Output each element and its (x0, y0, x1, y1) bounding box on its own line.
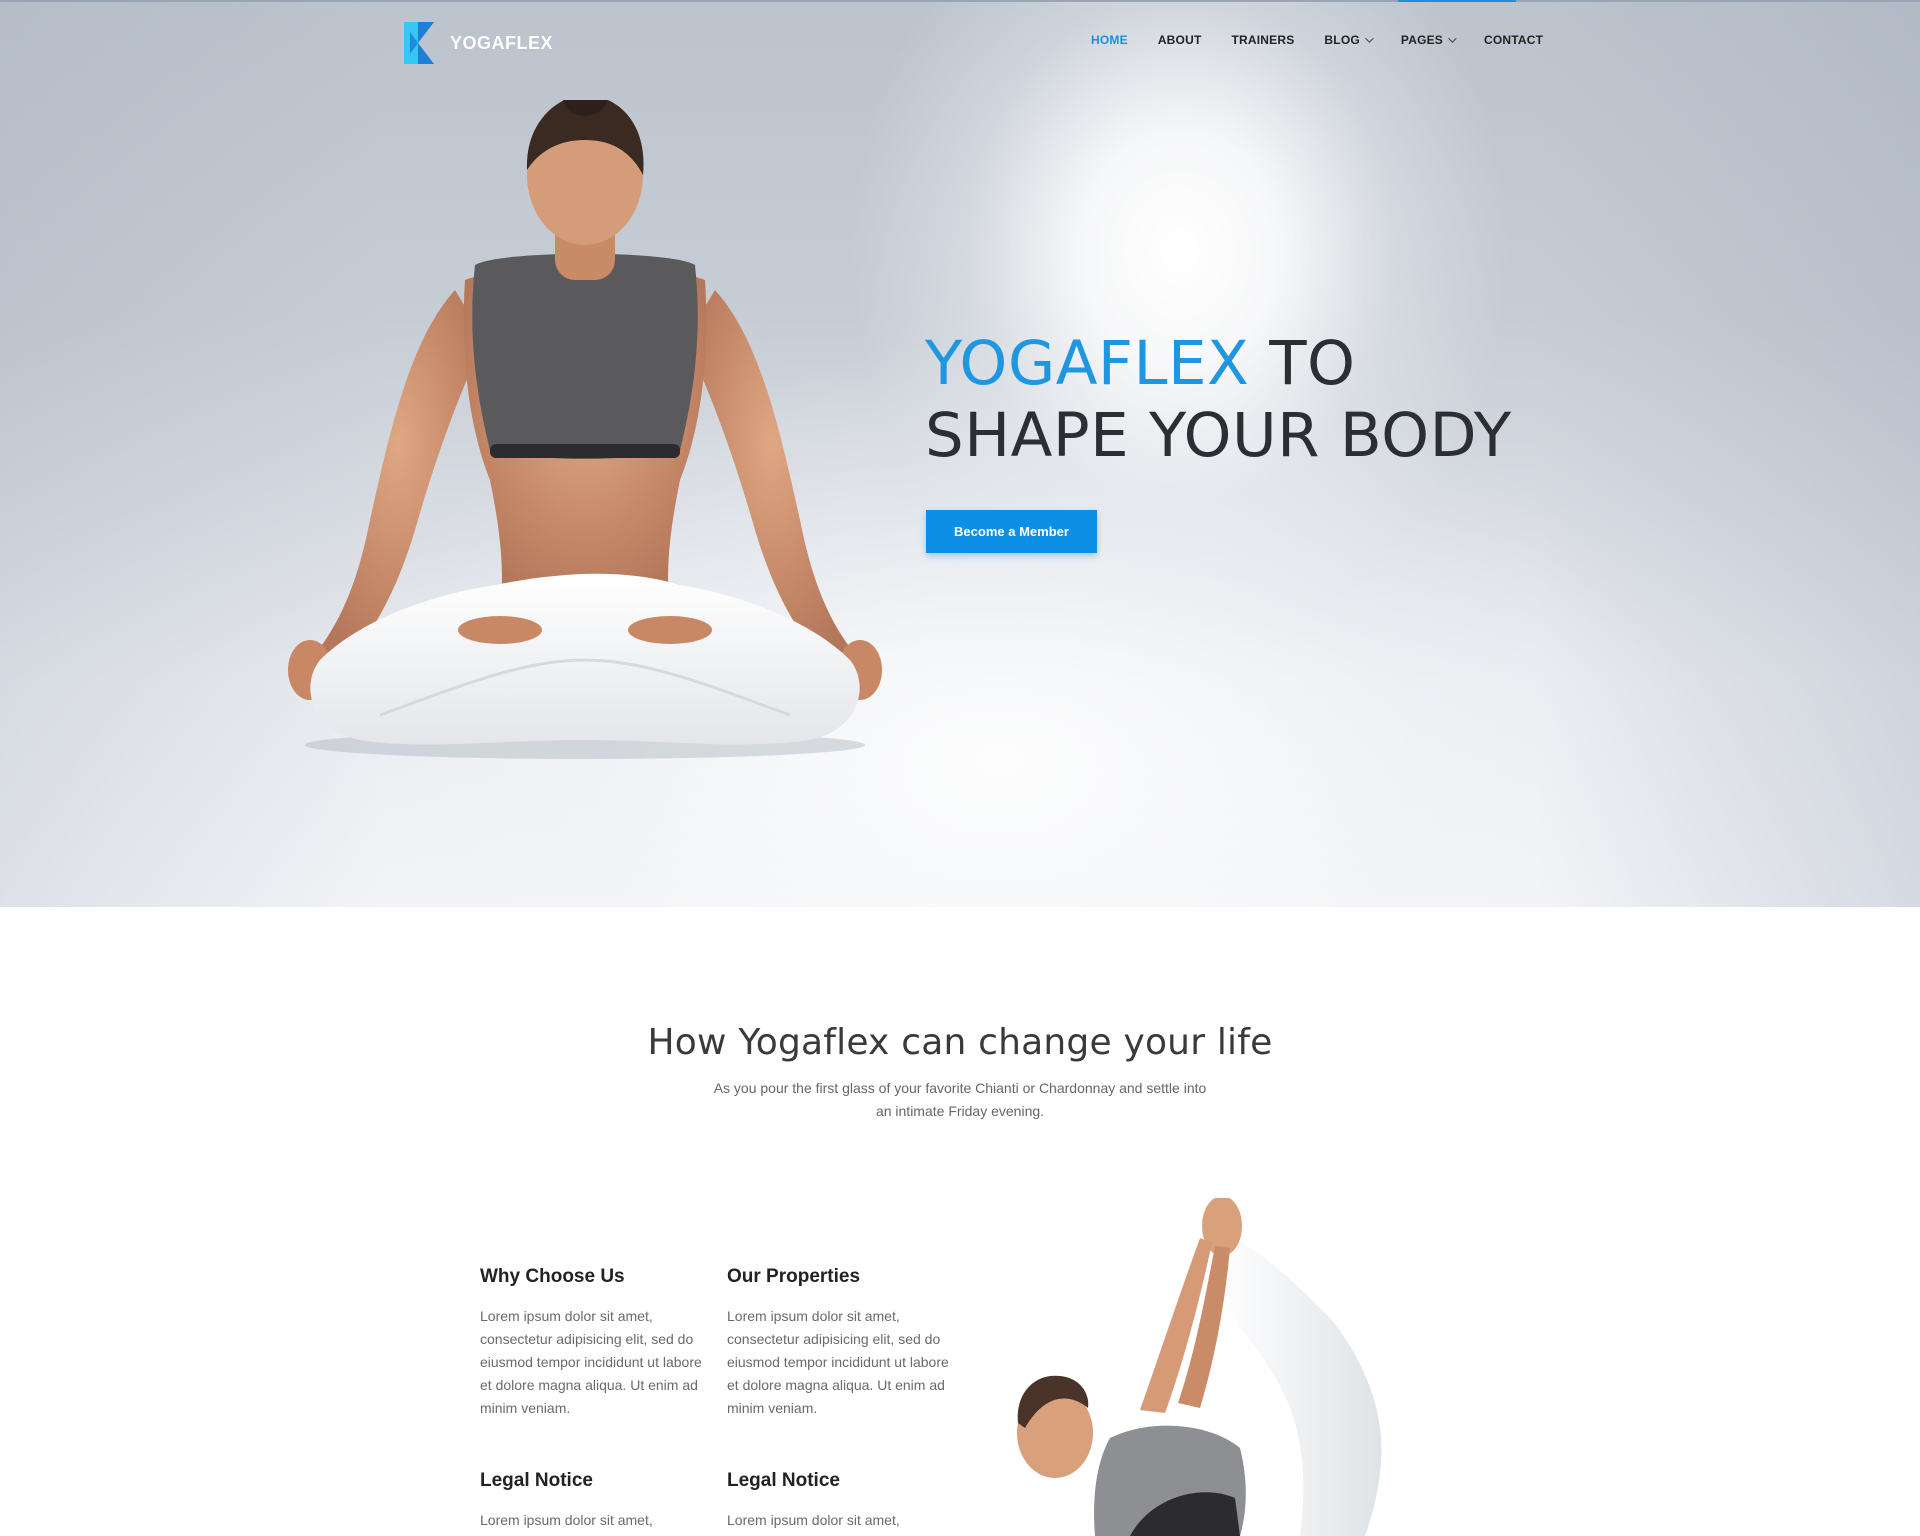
logo-text: YOGAFLEX (450, 32, 554, 53)
hero-title-line1: YOGAFLEX TO (925, 328, 1512, 400)
logo-mark-icon (404, 22, 434, 64)
chevron-down-icon (1448, 34, 1457, 43)
feature-text: Lorem ipsum dolor sit amet, consectetur … (480, 1308, 702, 1416)
navbar: YOGAFLEX HOME ABOUT TRAINERS BLOG PAGES … (0, 0, 1920, 86)
nav-pages[interactable]: PAGES (1400, 33, 1457, 47)
hero-yoga-figure-image (288, 100, 882, 759)
become-member-button[interactable]: Become a Member (926, 510, 1097, 553)
feature-text: Lorem ipsum dolor sit amet, consectetur … (727, 1308, 949, 1416)
nav-blog-label: BLOG (1324, 33, 1360, 47)
chevron-down-icon (1365, 34, 1374, 43)
feature-why-choose-us: Why Choose Us Lorem ipsum dolor sit amet… (480, 1266, 705, 1420)
hero-title-rest: TO (1249, 328, 1356, 399)
section-title: How Yogaflex can change your life (647, 1022, 1273, 1063)
nav-trainers-label: TRAINERS (1231, 33, 1295, 47)
nav-contact[interactable]: CONTACT (1484, 33, 1543, 47)
section-subtitle: As you pour the first glass of your favo… (713, 1080, 1207, 1119)
feature-text: Lorem ipsum dolor sit amet, (727, 1512, 900, 1528)
hero-title: YOGAFLEX TO SHAPE YOUR BODY (925, 328, 1512, 472)
main-nav: HOME ABOUT TRAINERS BLOG PAGES CONTACT (1091, 33, 1543, 47)
feature-legal-notice-1: Legal Notice Lorem ipsum dolor sit amet, (480, 1470, 705, 1532)
hero-title-highlight: YOGAFLEX (925, 328, 1250, 399)
nav-pages-label: PAGES (1400, 33, 1444, 47)
nav-about[interactable]: ABOUT (1158, 33, 1202, 47)
feature-title: Legal Notice (480, 1470, 593, 1491)
hero-title-line2: SHAPE YOUR BODY (925, 400, 1512, 471)
logo[interactable]: YOGAFLEX (404, 22, 553, 64)
hero-section: YOGAFLEX HOME ABOUT TRAINERS BLOG PAGES … (0, 0, 1920, 907)
nav-trainers[interactable]: TRAINERS (1231, 33, 1294, 47)
feature-text: Lorem ipsum dolor sit amet, (480, 1512, 653, 1528)
feature-our-properties: Our Properties Lorem ipsum dolor sit ame… (727, 1266, 952, 1420)
nav-contact-label: CONTACT (1484, 33, 1544, 47)
nav-home[interactable]: HOME (1091, 33, 1128, 47)
nav-home-label: HOME (1091, 33, 1128, 47)
feature-title: Our Properties (727, 1266, 861, 1287)
nav-about-label: ABOUT (1157, 33, 1202, 47)
stretching-yoga-figure-image (1017, 1198, 1382, 1536)
feature-legal-notice-2: Legal Notice Lorem ipsum dolor sit amet, (727, 1470, 952, 1532)
nav-blog[interactable]: BLOG (1324, 33, 1374, 47)
feature-title: Legal Notice (727, 1470, 840, 1491)
feature-title: Why Choose Us (480, 1266, 625, 1287)
